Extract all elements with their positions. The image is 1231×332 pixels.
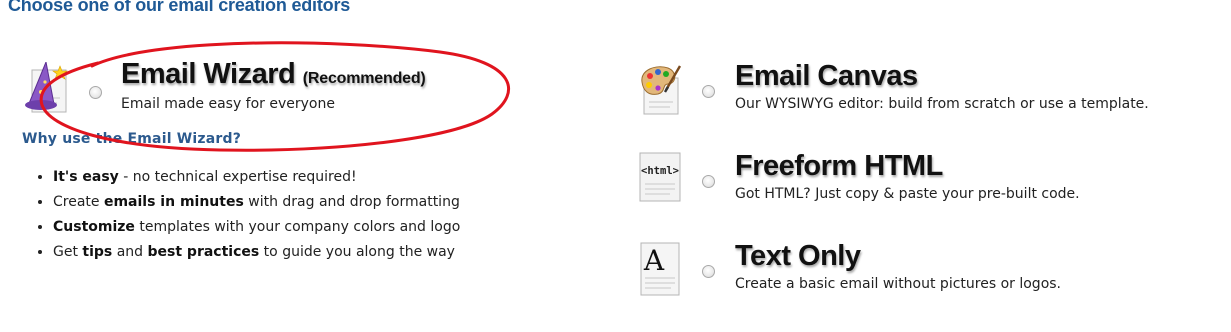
email-canvas-radio[interactable] bbox=[702, 85, 715, 98]
why-use-email-wizard-link[interactable]: Why use the Email Wizard? bbox=[22, 131, 241, 147]
wizard-hat-document-icon bbox=[24, 60, 72, 118]
benefit-text: to guide you along the way bbox=[259, 244, 455, 260]
freeform-html-radio[interactable] bbox=[702, 175, 715, 188]
email-wizard-title: Email Wizard (Recommended) bbox=[121, 58, 426, 91]
text-only-description: Create a basic email without pictures or… bbox=[735, 276, 1061, 292]
letter-a-icon-text: A bbox=[643, 244, 665, 277]
benefit-item-minutes: Create emails in minutes with drag and d… bbox=[53, 193, 460, 218]
freeform-html-title: Freeform HTML bbox=[735, 150, 943, 182]
benefit-text: tips bbox=[82, 244, 113, 260]
benefit-text: - no technical expertise required! bbox=[118, 169, 357, 185]
email-wizard-radio[interactable] bbox=[89, 86, 102, 99]
email-canvas-title: Email Canvas bbox=[735, 60, 918, 92]
benefits-list: It's easy - no technical expertise requi… bbox=[33, 168, 460, 268]
email-wizard-title-text: Email Wizard bbox=[121, 58, 296, 90]
benefit-item-tips: Get tips and best practices to guide you… bbox=[53, 243, 460, 268]
benefit-item-customize: Customize templates with your company co… bbox=[53, 218, 460, 243]
benefit-text: with drag and drop formatting bbox=[243, 194, 460, 210]
email-canvas-description: Our WYSIWYG editor: build from scratch o… bbox=[735, 96, 1149, 112]
freeform-html-description: Got HTML? Just copy & paste your pre-bui… bbox=[735, 186, 1080, 202]
benefit-text: templates with your company colors and l… bbox=[134, 219, 461, 235]
benefit-text: best practices bbox=[147, 244, 260, 260]
benefit-text: Customize bbox=[53, 219, 135, 235]
page-heading: Choose one of our email creation editors bbox=[8, 0, 351, 15]
recommended-badge: (Recommended) bbox=[302, 70, 426, 87]
text-only-radio[interactable] bbox=[702, 265, 715, 278]
letter-a-document-icon: A bbox=[637, 240, 683, 298]
benefit-text: Create bbox=[53, 194, 104, 210]
html-tag-icon-text: <html> bbox=[641, 165, 679, 177]
text-only-title: Text Only bbox=[735, 240, 861, 272]
benefit-text: Get bbox=[53, 244, 83, 260]
html-tag-document-icon: <html> bbox=[637, 150, 683, 204]
email-wizard-description: Email made easy for everyone bbox=[121, 96, 335, 112]
paint-palette-document-icon bbox=[638, 64, 684, 116]
benefit-text: and bbox=[112, 244, 148, 260]
benefit-item-easy: It's easy - no technical expertise requi… bbox=[53, 168, 460, 193]
benefit-text: emails in minutes bbox=[103, 194, 244, 210]
benefit-text: It's easy bbox=[53, 169, 119, 185]
